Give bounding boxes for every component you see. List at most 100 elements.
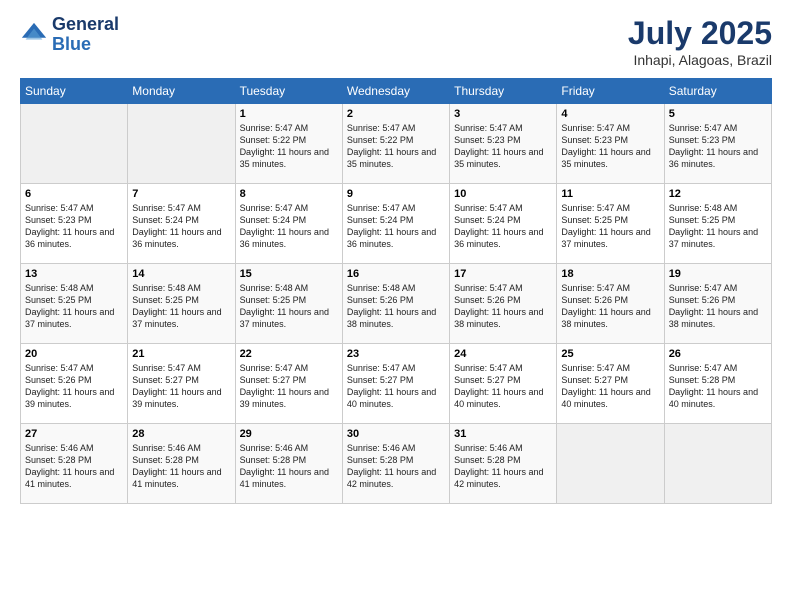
calendar-cell: 25 Sunrise: 5:47 AM Sunset: 5:27 PM Dayli… [557,344,664,424]
day-info: Sunrise: 5:47 AM Sunset: 5:24 PM Dayligh… [132,202,230,251]
calendar-cell: 18Sunrise: 5:47 AM Sunset: 5:26 PM Dayli… [557,264,664,344]
month-title: July 2025 [628,15,772,52]
day-number: 29 [240,428,338,440]
day-number: 19 [669,268,767,280]
day-info: Sunrise: 5:47 AM Sunset: 5:26 PM Dayligh… [25,362,123,411]
day-number: 28 [132,428,230,440]
day-info: Sunrise: 5:48 AM Sunset: 5:26 PM Dayligh… [347,282,445,331]
day-number: 22 [240,348,338,360]
day-info: Sunrise: 5:46 AM Sunset: 5:28 PM Dayligh… [454,442,552,491]
calendar-cell: 24Sunrise: 5:47 AM Sunset: 5:27 PM Dayli… [450,344,557,424]
calendar-cell: 16 Sunrise: 5:48 AM Sunset: 5:26 PM Dayli… [342,264,449,344]
day-info: Sunrise: 5:47 AM Sunset: 5:24 PM Dayligh… [347,202,445,251]
day-number: 12 [669,188,767,200]
day-info: Sunrise: 5:47 AM Sunset: 5:23 PM Dayligh… [454,122,552,171]
day-number: 21 [132,348,230,360]
day-number: 14 [132,268,230,280]
calendar-cell: 26 Sunrise: 5:47 AM Sunset: 5:28 PM Dayli… [664,344,771,424]
calendar-cell: 10Sunrise: 5:47 AM Sunset: 5:24 PM Dayli… [450,184,557,264]
calendar-cell: 9 Sunrise: 5:47 AM Sunset: 5:24 PM Daylig… [342,184,449,264]
calendar-cell: 4 Sunrise: 5:47 AM Sunset: 5:23 PM Daylig… [557,104,664,184]
day-info: Sunrise: 5:48 AM Sunset: 5:25 PM Dayligh… [25,282,123,331]
day-info: Sunrise: 5:47 AM Sunset: 5:27 PM Dayligh… [132,362,230,411]
calendar-header-row: SundayMondayTuesdayWednesdayThursdayFrid… [21,79,772,104]
calendar-cell: 27 Sunrise: 5:46 AM Sunset: 5:28 PM Dayli… [21,424,128,504]
day-number: 4 [561,108,659,120]
col-header-thursday: Thursday [450,79,557,104]
col-header-monday: Monday [128,79,235,104]
day-info: Sunrise: 5:47 AM Sunset: 5:24 PM Dayligh… [454,202,552,251]
day-info: Sunrise: 5:47 AM Sunset: 5:23 PM Dayligh… [669,122,767,171]
day-number: 16 [347,268,445,280]
day-info: Sunrise: 5:47 AM Sunset: 5:22 PM Dayligh… [347,122,445,171]
calendar-cell [21,104,128,184]
day-info: Sunrise: 5:46 AM Sunset: 5:28 PM Dayligh… [240,442,338,491]
day-number: 23 [347,348,445,360]
day-info: Sunrise: 5:47 AM Sunset: 5:27 PM Dayligh… [347,362,445,411]
calendar-cell: 28 Sunrise: 5:46 AM Sunset: 5:28 PM Dayli… [128,424,235,504]
calendar-cell: 15 Sunrise: 5:48 AM Sunset: 5:25 PM Dayli… [235,264,342,344]
day-info: Sunrise: 5:47 AM Sunset: 5:26 PM Dayligh… [669,282,767,331]
day-info: Sunrise: 5:47 AM Sunset: 5:27 PM Dayligh… [240,362,338,411]
calendar-cell: 23 Sunrise: 5:47 AM Sunset: 5:27 PM Dayli… [342,344,449,424]
day-number: 3 [454,108,552,120]
location: Inhapi, Alagoas, Brazil [628,52,772,68]
day-info: Sunrise: 5:48 AM Sunset: 5:25 PM Dayligh… [669,202,767,251]
day-number: 20 [25,348,123,360]
day-info: Sunrise: 5:47 AM Sunset: 5:28 PM Dayligh… [669,362,767,411]
calendar-cell: 29 Sunrise: 5:46 AM Sunset: 5:28 PM Dayli… [235,424,342,504]
col-header-friday: Friday [557,79,664,104]
day-number: 11 [561,188,659,200]
logo: General Blue [20,15,119,55]
day-info: Sunrise: 5:46 AM Sunset: 5:28 PM Dayligh… [25,442,123,491]
day-number: 26 [669,348,767,360]
day-info: Sunrise: 5:47 AM Sunset: 5:26 PM Dayligh… [561,282,659,331]
calendar-cell: 12 Sunrise: 5:48 AM Sunset: 5:25 PM Dayli… [664,184,771,264]
title-block: July 2025 Inhapi, Alagoas, Brazil [628,15,772,68]
calendar-cell: 17Sunrise: 5:47 AM Sunset: 5:26 PM Dayli… [450,264,557,344]
calendar-cell: 31 Sunrise: 5:46 AM Sunset: 5:28 PM Dayli… [450,424,557,504]
calendar-cell: 3 Sunrise: 5:47 AM Sunset: 5:23 PM Daylig… [450,104,557,184]
calendar-cell [128,104,235,184]
day-number: 27 [25,428,123,440]
day-number: 31 [454,428,552,440]
day-info: Sunrise: 5:46 AM Sunset: 5:28 PM Dayligh… [132,442,230,491]
col-header-saturday: Saturday [664,79,771,104]
day-number: 17 [454,268,552,280]
day-number: 6 [25,188,123,200]
day-info: Sunrise: 5:48 AM Sunset: 5:25 PM Dayligh… [240,282,338,331]
calendar-cell: 5 Sunrise: 5:47 AM Sunset: 5:23 PM Daylig… [664,104,771,184]
calendar-cell: 21 Sunrise: 5:47 AM Sunset: 5:27 PM Dayli… [128,344,235,424]
calendar-cell: 13Sunrise: 5:48 AM Sunset: 5:25 PM Dayli… [21,264,128,344]
day-info: Sunrise: 5:47 AM Sunset: 5:25 PM Dayligh… [561,202,659,251]
calendar-cell: 22 Sunrise: 5:47 AM Sunset: 5:27 PM Dayli… [235,344,342,424]
day-info: Sunrise: 5:47 AM Sunset: 5:24 PM Dayligh… [240,202,338,251]
col-header-tuesday: Tuesday [235,79,342,104]
logo-text: General Blue [52,15,119,55]
page: General Blue July 2025 Inhapi, Alagoas, … [0,0,792,612]
calendar-cell: 2 Sunrise: 5:47 AM Sunset: 5:22 PM Daylig… [342,104,449,184]
day-number: 7 [132,188,230,200]
calendar-cell: 1Sunrise: 5:47 AM Sunset: 5:22 PM Daylig… [235,104,342,184]
day-number: 25 [561,348,659,360]
col-header-sunday: Sunday [21,79,128,104]
day-number: 1 [240,108,338,120]
logo-line1: General [52,15,119,35]
day-info: Sunrise: 5:48 AM Sunset: 5:25 PM Dayligh… [132,282,230,331]
day-info: Sunrise: 5:47 AM Sunset: 5:23 PM Dayligh… [25,202,123,251]
calendar-cell: 19 Sunrise: 5:47 AM Sunset: 5:26 PM Dayli… [664,264,771,344]
day-number: 2 [347,108,445,120]
day-number: 5 [669,108,767,120]
day-info: Sunrise: 5:47 AM Sunset: 5:27 PM Dayligh… [561,362,659,411]
week-row-3: 13Sunrise: 5:48 AM Sunset: 5:25 PM Dayli… [21,264,772,344]
day-number: 8 [240,188,338,200]
day-number: 15 [240,268,338,280]
week-row-5: 27 Sunrise: 5:46 AM Sunset: 5:28 PM Dayli… [21,424,772,504]
calendar-cell [664,424,771,504]
day-number: 9 [347,188,445,200]
calendar-cell: 14 Sunrise: 5:48 AM Sunset: 5:25 PM Dayli… [128,264,235,344]
day-info: Sunrise: 5:47 AM Sunset: 5:23 PM Dayligh… [561,122,659,171]
calendar-cell [557,424,664,504]
week-row-2: 6 Sunrise: 5:47 AM Sunset: 5:23 PM Daylig… [21,184,772,264]
week-row-1: 1 Sunrise: 5:47 AM Sunset: 5:22 PM Daylig… [21,104,772,184]
